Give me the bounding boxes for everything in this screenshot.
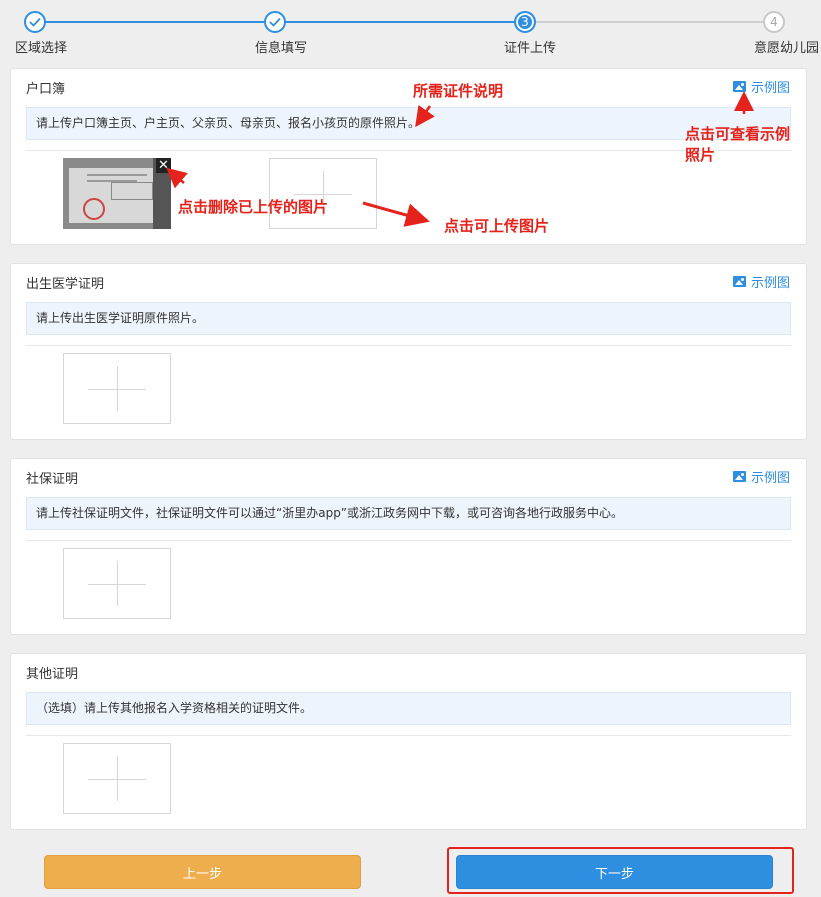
uploaded-image-thumbnail[interactable]: ✕ <box>63 158 171 229</box>
section-other-documents: 其他证明 （选填）请上传其他报名入学资格相关的证明文件。 <box>10 653 807 830</box>
step-3-indicator: 3 <box>514 11 536 33</box>
next-step-button[interactable]: 下一步 <box>456 855 773 889</box>
section-description: （选填）请上传其他报名入学资格相关的证明文件。 <box>26 692 791 725</box>
section-title: 社保证明 <box>26 472 79 487</box>
step-1-label: 区域选择 <box>15 41 68 56</box>
section-description: 请上传社保证明文件，社保证明文件可以通过“浙里办app”或浙江政务网中下载，或可… <box>26 497 791 530</box>
divider <box>26 345 791 346</box>
section-description: 请上传出生医学证明原件照片。 <box>26 302 791 335</box>
annotation-required-desc: 所需证件说明 <box>413 82 504 100</box>
step-connector-3 <box>525 21 774 23</box>
step-3-label: 证件上传 <box>504 41 557 56</box>
step-2-check-icon <box>264 11 286 33</box>
annotation-view-example-line1: 点击可查看示例 <box>685 125 791 143</box>
step-connector-2 <box>275 21 525 23</box>
example-image-link[interactable]: 示例图 <box>732 467 790 486</box>
image-icon <box>732 81 746 92</box>
image-icon <box>732 471 746 482</box>
annotation-delete-uploaded: 点击删除已上传的图片 <box>178 198 329 216</box>
section-title: 出生医学证明 <box>26 277 105 292</box>
image-icon <box>732 276 746 287</box>
delete-image-button[interactable]: ✕ <box>156 158 171 173</box>
upload-image-button[interactable] <box>63 548 171 619</box>
example-image-link[interactable]: 示例图 <box>732 77 790 96</box>
upload-image-button[interactable] <box>63 353 171 424</box>
upload-image-button[interactable] <box>63 743 171 814</box>
section-birth-certificate: 出生医学证明 示例图 请上传出生医学证明原件照片。 <box>10 263 807 440</box>
step-4-indicator: 4 <box>763 11 785 33</box>
example-image-label: 示例图 <box>750 471 790 486</box>
section-social-security: 社保证明 示例图 请上传社保证明文件，社保证明文件可以通过“浙里办app”或浙江… <box>10 458 807 635</box>
step-3-number: 3 <box>521 15 529 29</box>
example-image-label: 示例图 <box>750 81 790 96</box>
section-title: 其他证明 <box>26 667 79 682</box>
example-image-label: 示例图 <box>750 276 790 291</box>
section-description: 请上传户口簿主页、户主页、父亲页、母亲页、报名小孩页的原件照片。 <box>26 107 791 140</box>
step-1-check-icon <box>24 11 46 33</box>
step-2-label: 信息填写 <box>255 41 308 56</box>
annotation-view-example: 点击可查看示例 照片 <box>685 124 790 166</box>
step-4-number: 4 <box>770 15 778 29</box>
section-title: 户口簿 <box>26 82 66 97</box>
step-4-label: 意愿幼儿园 <box>754 41 820 56</box>
progress-stepper: 3 4 区域选择 信息填写 证件上传 意愿幼儿园 <box>0 0 821 60</box>
previous-step-button[interactable]: 上一步 <box>44 855 361 889</box>
annotation-view-example-line2: 照片 <box>685 146 716 164</box>
annotation-click-upload: 点击可上传图片 <box>444 217 550 235</box>
document-photo <box>69 168 153 223</box>
divider <box>26 540 791 541</box>
divider <box>26 735 791 736</box>
example-image-link[interactable]: 示例图 <box>732 272 790 291</box>
divider <box>26 150 791 151</box>
step-connector-1 <box>35 21 275 23</box>
stamp-mark <box>83 198 105 220</box>
upload-image-button[interactable] <box>269 158 377 229</box>
